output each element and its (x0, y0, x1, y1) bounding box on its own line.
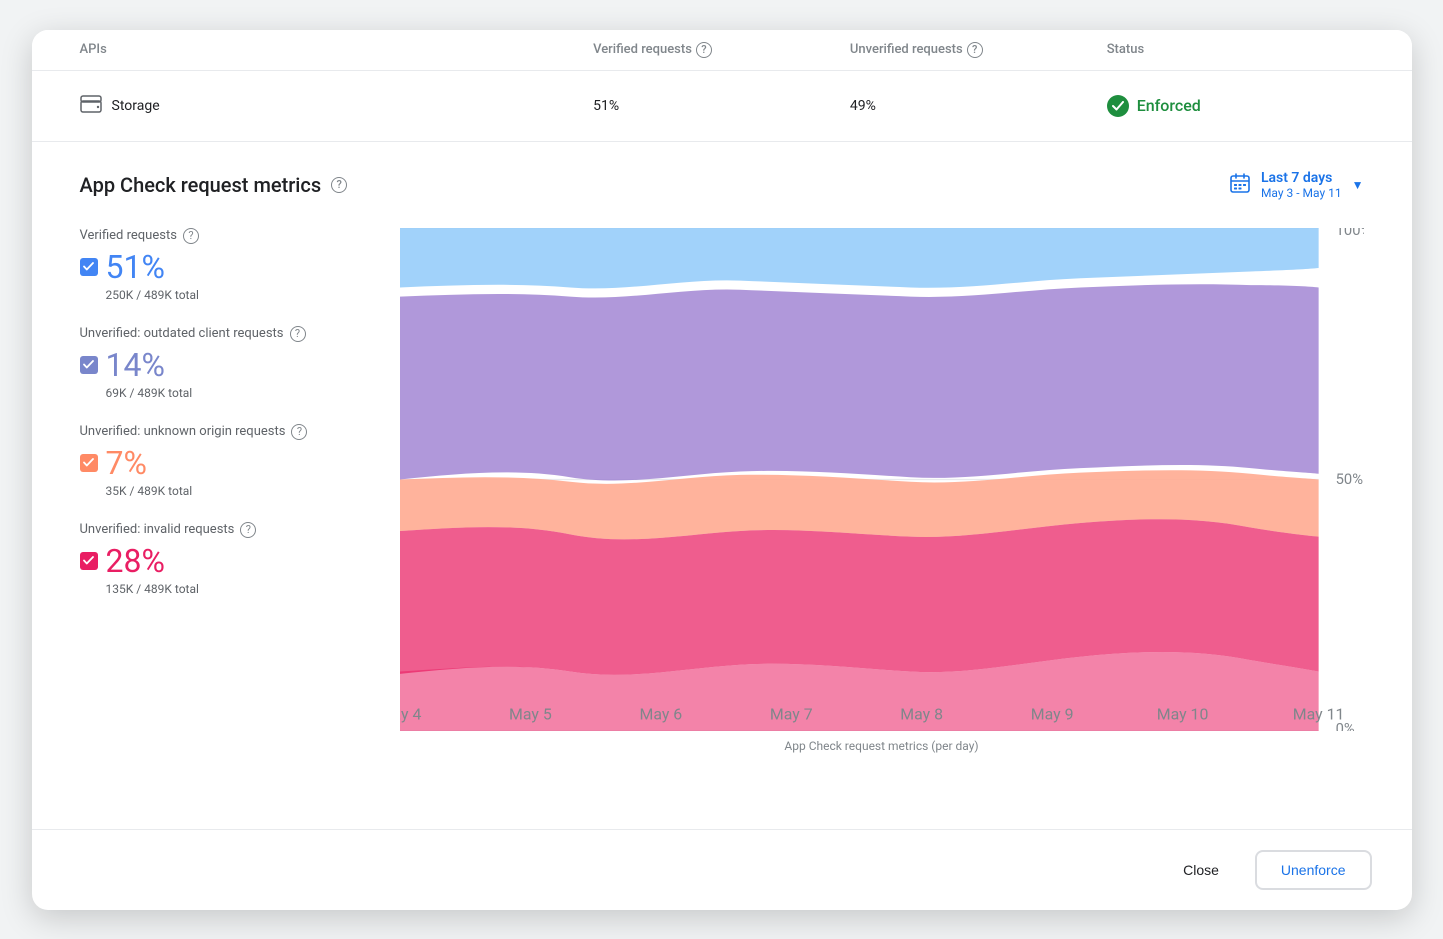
legend-invalid-help-icon[interactable]: ? (240, 522, 256, 538)
unverified-help-icon[interactable]: ? (967, 42, 983, 58)
legend-invalid-checkbox[interactable] (80, 552, 98, 570)
legend-verified-help-icon[interactable]: ? (183, 228, 199, 244)
legend-item-unknown: Unverified: unknown origin requests ? 7%… (80, 424, 400, 498)
chart-area: May 4 May 5 May 6 May 7 May 8 May 9 May … (400, 228, 1364, 769)
legend-invalid-label: Unverified: invalid requests (80, 522, 235, 537)
legend-item-verified: Verified requests ? 51% 250K / 489K tota… (80, 228, 400, 302)
legend-unknown-percent: 7% (106, 444, 147, 482)
date-info: Last 7 days May 3 - May 11 (1261, 170, 1342, 200)
svg-text:May 4: May 4 (400, 704, 421, 723)
calendar-icon (1229, 172, 1251, 198)
legend-verified-label: Verified requests (80, 228, 177, 243)
main-content: Verified requests ? 51% 250K / 489K tota… (80, 228, 1364, 769)
date-label: Last 7 days (1261, 170, 1342, 186)
legend-unknown-total: 35K / 489K total (106, 484, 400, 498)
storage-row: Storage 51% 49% Enforced (32, 71, 1412, 142)
dialog-footer: Close Unenforce (32, 829, 1412, 910)
legend-outdated-percent: 14% (106, 346, 165, 384)
date-picker[interactable]: Last 7 days May 3 - May 11 ▼ (1229, 170, 1364, 200)
svg-text:May 10: May 10 (1156, 704, 1208, 723)
header-verified: Verified requests ? (593, 42, 850, 58)
legend-outdated-label: Unverified: outdated client requests (80, 326, 284, 341)
enforced-check-icon (1107, 95, 1129, 117)
metrics-section: App Check request metrics ? (32, 142, 1412, 829)
legend-unknown-label: Unverified: unknown origin requests (80, 424, 286, 439)
legend-invalid-percent: 28% (106, 542, 165, 580)
header-status: Status (1107, 42, 1364, 58)
svg-text:0%: 0% (1335, 719, 1354, 731)
svg-text:May 7: May 7 (769, 704, 812, 723)
unverified-pct: 49% (850, 98, 1107, 114)
legend-unknown-checkbox[interactable] (80, 454, 98, 472)
legend-verified-checkbox[interactable] (80, 258, 98, 276)
svg-text:50%: 50% (1335, 470, 1363, 488)
legend-item-invalid: Unverified: invalid requests ? 28% 135K … (80, 522, 400, 596)
unenforce-button[interactable]: Unenforce (1255, 850, 1372, 890)
legend-verified-total: 250K / 489K total (106, 288, 400, 302)
legend-outdated-help-icon[interactable]: ? (290, 326, 306, 342)
date-range: May 3 - May 11 (1261, 186, 1342, 200)
svg-text:May 9: May 9 (1030, 704, 1073, 723)
main-dialog: APIs Verified requests ? Unverified requ… (32, 30, 1412, 910)
svg-text:May 6: May 6 (639, 704, 682, 723)
legend-outdated-checkbox[interactable] (80, 356, 98, 374)
storage-icon (80, 95, 102, 117)
metrics-help-icon[interactable]: ? (331, 177, 347, 193)
enforced-cell: Enforced (1107, 95, 1364, 117)
chart-x-label: App Check request metrics (per day) (400, 731, 1364, 769)
legend-verified-percent: 51% (106, 248, 165, 286)
dropdown-arrow-icon: ▼ (1352, 178, 1364, 192)
metrics-title: App Check request metrics ? (80, 173, 348, 197)
metrics-header: App Check request metrics ? (80, 170, 1364, 200)
legend-unknown-help-icon[interactable]: ? (291, 424, 307, 440)
close-button[interactable]: Close (1163, 852, 1239, 888)
chart-container: May 4 May 5 May 6 May 7 May 8 May 9 May … (400, 228, 1364, 731)
svg-text:May 8: May 8 (900, 704, 943, 723)
storage-label: Storage (80, 95, 594, 117)
legend-outdated-total: 69K / 489K total (106, 386, 400, 400)
svg-text:May 5: May 5 (509, 704, 552, 723)
legend-item-outdated: Unverified: outdated client requests ? 1… (80, 326, 400, 400)
header-api: APIs (80, 42, 594, 58)
legend-invalid-total: 135K / 489K total (106, 582, 400, 596)
legend-panel: Verified requests ? 51% 250K / 489K tota… (80, 228, 400, 769)
table-header: APIs Verified requests ? Unverified requ… (32, 30, 1412, 71)
verified-help-icon[interactable]: ? (696, 42, 712, 58)
chart-svg: May 4 May 5 May 6 May 7 May 8 May 9 May … (400, 228, 1364, 731)
header-unverified: Unverified requests ? (850, 42, 1107, 58)
enforced-label: Enforced (1137, 96, 1201, 115)
verified-pct: 51% (593, 98, 850, 114)
svg-text:100%: 100% (1335, 228, 1363, 239)
